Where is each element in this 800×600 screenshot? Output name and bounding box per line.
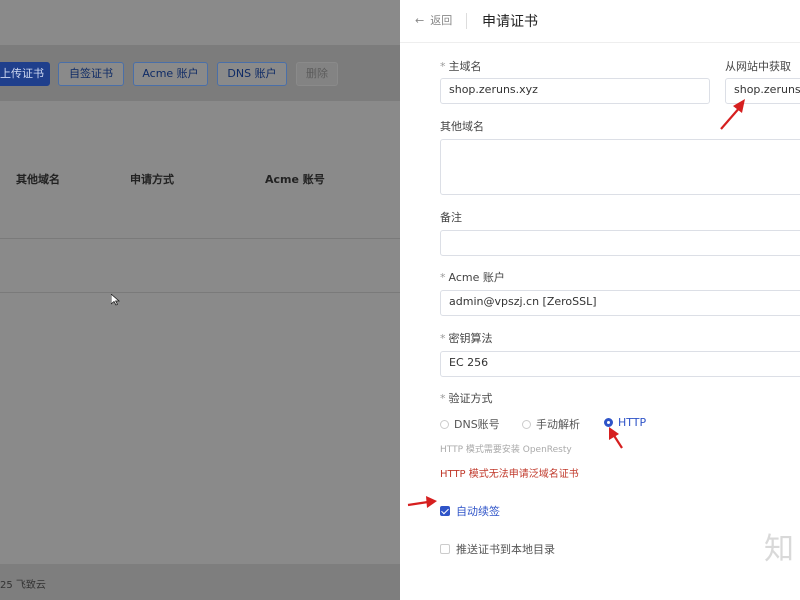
- acme-account-label: * Acme 账户: [440, 271, 505, 284]
- verify-method-label: * 验证方式: [440, 392, 493, 405]
- upload-cert-button[interactable]: 上传证书: [0, 62, 50, 86]
- page-footer: 25 飞致云: [0, 564, 400, 600]
- primary-domain-input[interactable]: shop.zeruns.xyz: [440, 78, 710, 104]
- acme-account-select[interactable]: admin@vpszj.cn [ZeroSSL]: [440, 290, 800, 316]
- self-signed-cert-button[interactable]: 自签证书: [58, 62, 124, 86]
- key-algorithm-label: * 密钥算法: [440, 332, 493, 345]
- column-header-acme-account: Acme 账号: [265, 173, 325, 186]
- header-divider: [466, 13, 467, 29]
- checkbox-checked-icon: [440, 506, 450, 516]
- radio-dns-account[interactable]: DNS账号: [440, 416, 500, 432]
- acme-account-button[interactable]: Acme 账户: [133, 62, 208, 86]
- radio-manual-resolve[interactable]: 手动解析: [522, 416, 580, 432]
- apply-certificate-drawer: ← 返回 申请证书 * 主域名 shop.zeruns.xyz 从网站中获取 sho…: [400, 0, 800, 600]
- table-row-divider: [0, 238, 400, 239]
- drawer-title: 申请证书: [482, 14, 538, 30]
- column-header-apply-method: 申请方式: [130, 173, 174, 186]
- key-algorithm-select[interactable]: EC 256: [440, 351, 800, 377]
- radio-http[interactable]: HTTP: [604, 416, 646, 429]
- column-header-other-domains: 其他域名: [16, 173, 60, 186]
- remark-label: 备注: [440, 211, 462, 224]
- push-local-checkbox[interactable]: 推送证书到本地目录: [440, 541, 555, 557]
- zhihu-watermark: 知: [764, 532, 794, 567]
- checkbox-empty-icon: [440, 544, 450, 554]
- auto-renew-checkbox[interactable]: 自动续签: [440, 503, 500, 519]
- other-domains-textarea[interactable]: [440, 139, 800, 195]
- remark-input[interactable]: [440, 230, 800, 256]
- radio-circle-icon: [522, 420, 531, 429]
- dns-account-button[interactable]: DNS 账户: [217, 62, 287, 86]
- http-warning-text: HTTP 模式无法申请泛域名证书: [440, 469, 579, 480]
- mouse-cursor-icon: [111, 294, 121, 306]
- back-label: 返回: [430, 14, 453, 27]
- radio-selected-icon: [604, 418, 613, 427]
- other-domains-label: 其他域名: [440, 120, 484, 133]
- http-hint-text: HTTP 模式需要安装 OpenResty: [440, 445, 572, 455]
- background-page: 上传证书 自签证书 Acme 账户 DNS 账户 删除 其他域名 申请方式 Ac…: [0, 0, 400, 600]
- footer-text: 25 飞致云: [0, 580, 46, 591]
- drawer-header: ← 返回 申请证书: [400, 0, 800, 43]
- table-row-divider: [0, 292, 400, 293]
- back-button[interactable]: ← 返回: [415, 12, 452, 28]
- arrow-left-icon: ←: [415, 14, 425, 27]
- fetch-from-site-select[interactable]: shop.zeruns.x: [725, 78, 800, 104]
- radio-circle-icon: [440, 420, 449, 429]
- primary-domain-label: * 主域名: [440, 60, 482, 73]
- fetch-from-site-label: 从网站中获取: [725, 60, 791, 73]
- delete-button[interactable]: 删除: [296, 62, 338, 86]
